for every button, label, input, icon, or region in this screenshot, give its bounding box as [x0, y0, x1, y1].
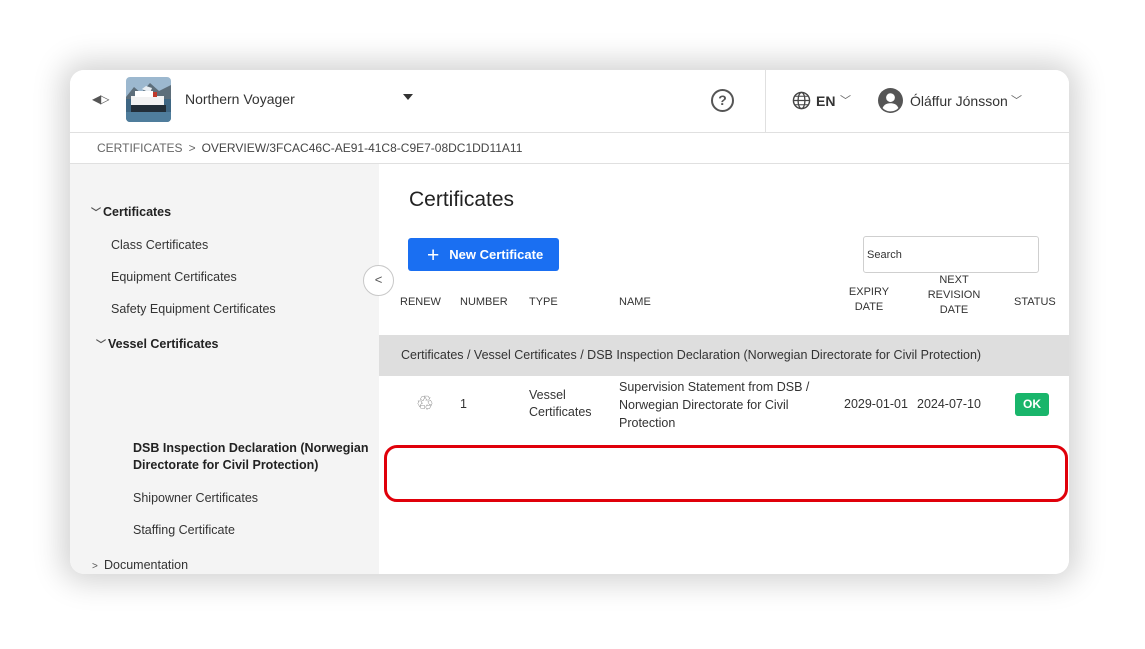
- vessel-name[interactable]: Northern Voyager: [185, 91, 295, 107]
- chevron-down-icon: ﹀: [96, 340, 106, 351]
- cell-expiry-date: 2029-01-01: [844, 397, 908, 411]
- column-header-type[interactable]: TYPE: [529, 295, 558, 310]
- header-divider: [765, 70, 766, 133]
- vessel-dropdown-icon[interactable]: [403, 94, 413, 100]
- sidebar-group-vessel-certificates[interactable]: ﹀ Vessel Certificates: [96, 336, 219, 351]
- sidebar-item-staffing-certificate[interactable]: Staffing Certificate: [133, 523, 235, 537]
- language-selector[interactable]: EN: [816, 93, 835, 109]
- cell-name: Supervision Statement from DSB / Norwegi…: [619, 380, 810, 430]
- chevron-down-icon: ﹀: [91, 208, 101, 219]
- plus-icon: +: [427, 244, 440, 267]
- sidebar-item-dsb-inspection[interactable]: DSB Inspection Declaration (Norwegian Di…: [133, 440, 369, 474]
- vessel-thumbnail: [126, 77, 171, 122]
- sidebar-item-equipment-certificates[interactable]: Equipment Certificates: [111, 270, 237, 284]
- column-header-number[interactable]: NUMBER: [460, 295, 508, 310]
- globe-icon[interactable]: [792, 91, 811, 110]
- column-header-next-revision-date[interactable]: NEXT REVISION DATE: [924, 273, 984, 318]
- table-row[interactable]: ♲ 1 Vessel Certificates Supervision Stat…: [379, 376, 1069, 433]
- chevron-down-icon[interactable]: ﹀: [840, 92, 851, 108]
- status-badge: OK: [1015, 393, 1049, 416]
- chevron-left-icon: <: [374, 272, 383, 287]
- table-group-row[interactable]: Certificates / Vessel Certificates / DSB…: [379, 335, 1069, 376]
- search-input[interactable]: [863, 236, 1039, 273]
- sidebar-item-class-certificates[interactable]: Class Certificates: [111, 238, 208, 252]
- breadcrumb: CERTIFICATES > OVERVIEW/3FCAC46C-AE91-41C8…: [70, 133, 1069, 164]
- chevron-right-icon: >: [92, 561, 98, 572]
- sidebar-item-label: Documentation: [104, 558, 189, 572]
- column-header-renew[interactable]: RENEW: [400, 295, 441, 310]
- cell-next-revision-date: 2024-07-10: [917, 397, 981, 411]
- main-content: Certificates + New Certificate RENEW NUMB…: [379, 164, 1069, 574]
- sidebar-group-label: Vessel Certificates: [108, 337, 219, 351]
- chevron-down-icon[interactable]: ﹀: [1011, 92, 1022, 108]
- recycle-icon[interactable]: ♲: [416, 391, 434, 416]
- sidebar-item-safety-equipment-certificates[interactable]: Safety Equipment Certificates: [111, 302, 276, 316]
- help-icon[interactable]: ?: [711, 89, 734, 112]
- breadcrumb-separator: >: [188, 141, 196, 155]
- top-header: ◀▷ Northern Voyager ? EN ﹀ Óláffur Jónss…: [70, 70, 1069, 133]
- cell-type: Vessel Certificates: [529, 388, 592, 419]
- column-header-expiry-date[interactable]: EXPIRY DATE: [844, 285, 894, 315]
- app-window: ◀▷ Northern Voyager ? EN ﹀ Óláffur Jónss…: [70, 70, 1069, 574]
- breadcrumb-root[interactable]: CERTIFICATES: [97, 141, 183, 155]
- new-certificate-button[interactable]: + New Certificate: [408, 238, 559, 271]
- sidebar-item-documentation[interactable]: > Documentation: [92, 558, 188, 572]
- sidebar-item-shipowner-certificates[interactable]: Shipowner Certificates: [133, 491, 258, 505]
- sidebar: ﹀ Certificates Class Certificates Equipme…: [70, 164, 379, 574]
- cell-number: 1: [460, 397, 467, 411]
- highlight-annotation: [384, 445, 1068, 502]
- user-avatar-icon[interactable]: [878, 88, 903, 113]
- sidebar-collapse-button[interactable]: <: [363, 265, 394, 296]
- page-title: Certificates: [409, 188, 515, 211]
- sidebar-group-certificates[interactable]: ﹀ Certificates: [91, 204, 171, 219]
- sidebar-group-label: Certificates: [103, 205, 172, 219]
- column-header-status[interactable]: STATUS: [1014, 295, 1056, 310]
- column-header-name[interactable]: NAME: [619, 295, 651, 310]
- new-certificate-label: New Certificate: [449, 247, 544, 262]
- collapse-arrows-icon[interactable]: ◀▷: [92, 92, 109, 106]
- breadcrumb-current: OVERVIEW/3FCAC46C-AE91-41C8-C9E7-08DC1DD…: [201, 141, 523, 155]
- user-name[interactable]: Óláffur Jónsson: [910, 93, 1008, 109]
